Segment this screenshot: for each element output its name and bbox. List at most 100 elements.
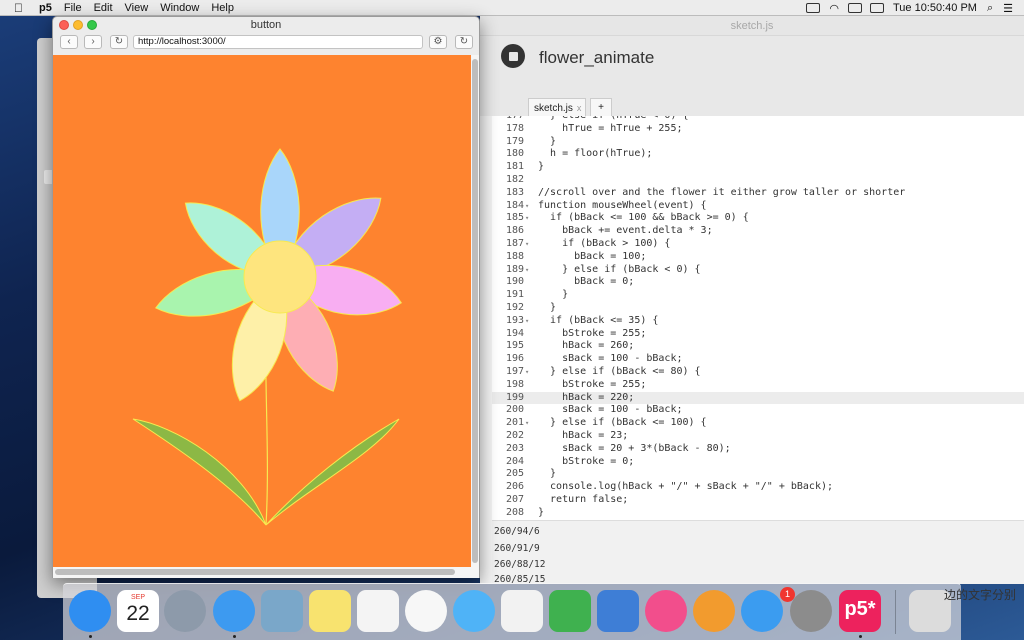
minimize-window-button[interactable] xyxy=(73,20,83,30)
numbers-icon[interactable] xyxy=(549,590,591,632)
code-text: h = floor(hTrue); xyxy=(538,148,653,160)
safari-icon[interactable] xyxy=(213,590,255,632)
tab-close-icon[interactable]: x xyxy=(577,103,582,113)
code-line[interactable]: 202 hBack = 23; xyxy=(492,430,1024,443)
appstore-icon[interactable] xyxy=(741,590,783,632)
ibooks-icon[interactable] xyxy=(693,590,735,632)
running-indicator xyxy=(89,635,92,638)
spotlight-icon[interactable]: ⌕ xyxy=(982,2,998,15)
code-line[interactable]: 208} xyxy=(492,507,1024,520)
fold-arrow-icon[interactable]: ▾ xyxy=(525,315,529,328)
launchpad-icon[interactable] xyxy=(164,590,206,632)
p5-icon[interactable]: p5* xyxy=(839,590,881,632)
vertical-scrollbar-thumb[interactable] xyxy=(472,59,478,563)
reload-icon[interactable]: ↻ xyxy=(110,35,128,49)
code-line[interactable]: 192 } xyxy=(492,302,1024,315)
code-line[interactable]: 186 bBack += event.delta * 3; xyxy=(492,225,1024,238)
code-line[interactable]: 203 sBack = 20 + 3*(bBack - 80); xyxy=(492,443,1024,456)
code-line[interactable]: 190 bBack = 0; xyxy=(492,276,1024,289)
code-line[interactable]: 201 ▾ } else if (bBack <= 100) { xyxy=(492,417,1024,430)
flower-center xyxy=(243,240,317,314)
code-line[interactable]: 206 console.log(hBack + "/" + sBack + "/… xyxy=(492,481,1024,494)
itunes-icon[interactable] xyxy=(645,590,687,632)
code-text: } else if (bBack <= 100) { xyxy=(538,417,707,429)
code-line[interactable]: 184 ▾ function mouseWheel(event) { xyxy=(492,200,1024,213)
dock-separator xyxy=(895,590,896,634)
notes-icon[interactable] xyxy=(309,590,351,632)
system-preferences-icon[interactable] xyxy=(790,590,832,632)
notification-center-icon[interactable]: ☰ xyxy=(998,2,1018,15)
code-line[interactable]: 191 } xyxy=(492,289,1024,302)
refresh-button[interactable]: ↻ xyxy=(455,35,473,49)
code-editor[interactable]: 177 } else if (hTrue < 0) {178 hTrue = h… xyxy=(492,116,1024,520)
stop-button[interactable] xyxy=(501,44,525,68)
fold-arrow-icon[interactable]: ▾ xyxy=(525,264,529,277)
battery-icon[interactable] xyxy=(869,3,884,13)
code-line[interactable]: 179 } xyxy=(492,136,1024,149)
airplay-icon[interactable] xyxy=(806,3,821,13)
menu-window[interactable]: Window xyxy=(154,0,205,16)
code-line[interactable]: 196 sBack = 100 - bBack; xyxy=(492,353,1024,366)
close-window-button[interactable] xyxy=(59,20,69,30)
code-line[interactable]: 198 bStroke = 255; xyxy=(492,379,1024,392)
textedit-icon[interactable] xyxy=(501,590,543,632)
url-field[interactable]: http://localhost:3000/ xyxy=(133,35,423,49)
line-number: 194 xyxy=(505,327,524,339)
code-text: } xyxy=(538,135,557,147)
photos-icon[interactable] xyxy=(405,590,447,632)
code-line[interactable]: 194 bStroke = 255; xyxy=(492,328,1024,341)
code-line[interactable]: 183 //scroll over and the flower it eithe… xyxy=(492,187,1024,200)
back-button[interactable]: ‹ xyxy=(60,35,78,49)
fold-arrow-icon[interactable]: ▾ xyxy=(525,417,529,430)
clock[interactable]: Tue 10:50:40 PM xyxy=(888,2,982,14)
app-menu[interactable]: p5 xyxy=(33,0,58,16)
code-line[interactable]: 187 ▾ if (bBack > 100) { xyxy=(492,238,1024,251)
code-line[interactable]: 204 bStroke = 0; xyxy=(492,456,1024,469)
finder-icon[interactable] xyxy=(69,590,111,632)
code-text: hBack = 23; xyxy=(538,430,629,441)
code-line[interactable]: 180 h = floor(hTrue); xyxy=(492,148,1024,161)
code-line[interactable]: 207 return false; xyxy=(492,494,1024,507)
fold-arrow-icon[interactable]: ▾ xyxy=(525,200,529,213)
code-line[interactable]: 197 ▾ } else if (bBack <= 80) { xyxy=(492,366,1024,379)
fold-arrow-icon[interactable]: ▾ xyxy=(525,366,529,379)
calendar-icon[interactable]: SEP 22 xyxy=(117,590,159,632)
menu-file[interactable]: File xyxy=(58,0,88,16)
menu-view[interactable]: View xyxy=(119,0,155,16)
forward-button[interactable]: › xyxy=(84,35,102,49)
code-line[interactable]: 193 ▾ if (bBack <= 35) { xyxy=(492,315,1024,328)
line-number: 193 xyxy=(505,314,524,326)
messages-icon[interactable] xyxy=(453,590,495,632)
code-line[interactable]: 177 } else if (hTrue < 0) { xyxy=(492,116,1024,123)
fold-arrow-icon[interactable]: ▾ xyxy=(525,212,529,225)
sketch-canvas[interactable] xyxy=(53,55,471,567)
tab-sketch-js[interactable]: sketch.js x xyxy=(528,98,586,116)
fold-arrow-icon[interactable]: ▾ xyxy=(525,238,529,251)
code-line[interactable]: 182 xyxy=(492,174,1024,187)
line-number: 183 xyxy=(505,186,524,198)
keynote-icon[interactable] xyxy=(597,590,639,632)
menu-edit[interactable]: Edit xyxy=(88,0,119,16)
reminders-icon[interactable] xyxy=(357,590,399,632)
code-line[interactable]: 178 hTrue = hTrue + 255; xyxy=(492,123,1024,136)
code-line[interactable]: 199 hBack = 220; xyxy=(492,391,1024,405)
code-line[interactable]: 185 ▾ if (bBack <= 100 && bBack >= 0) { xyxy=(492,212,1024,225)
code-line[interactable]: 200 sBack = 100 - bBack; xyxy=(492,404,1024,417)
add-tab-button[interactable]: + xyxy=(590,98,612,116)
wifi-icon[interactable]: ◠ xyxy=(824,2,844,15)
code-line[interactable]: 189 ▾ } else if (bBack < 0) { xyxy=(492,264,1024,277)
menu-help[interactable]: Help xyxy=(205,0,240,16)
horizontal-scrollbar-thumb[interactable] xyxy=(55,569,455,575)
line-number: 201 xyxy=(505,417,524,429)
code-line[interactable]: 181} xyxy=(492,161,1024,174)
input-source-icon[interactable] xyxy=(847,3,862,13)
code-line[interactable]: 195 hBack = 260; xyxy=(492,340,1024,353)
line-number: 184 xyxy=(505,199,524,211)
code-line[interactable]: 205 } xyxy=(492,468,1024,481)
preview-icon[interactable] xyxy=(261,590,303,632)
code-text: bStroke = 255; xyxy=(538,327,647,339)
zoom-window-button[interactable] xyxy=(87,20,97,30)
apple-menu-icon[interactable]:  xyxy=(0,0,33,16)
settings-gear-icon[interactable]: ⚙ xyxy=(429,35,447,49)
code-line[interactable]: 188 bBack = 100; xyxy=(492,251,1024,264)
